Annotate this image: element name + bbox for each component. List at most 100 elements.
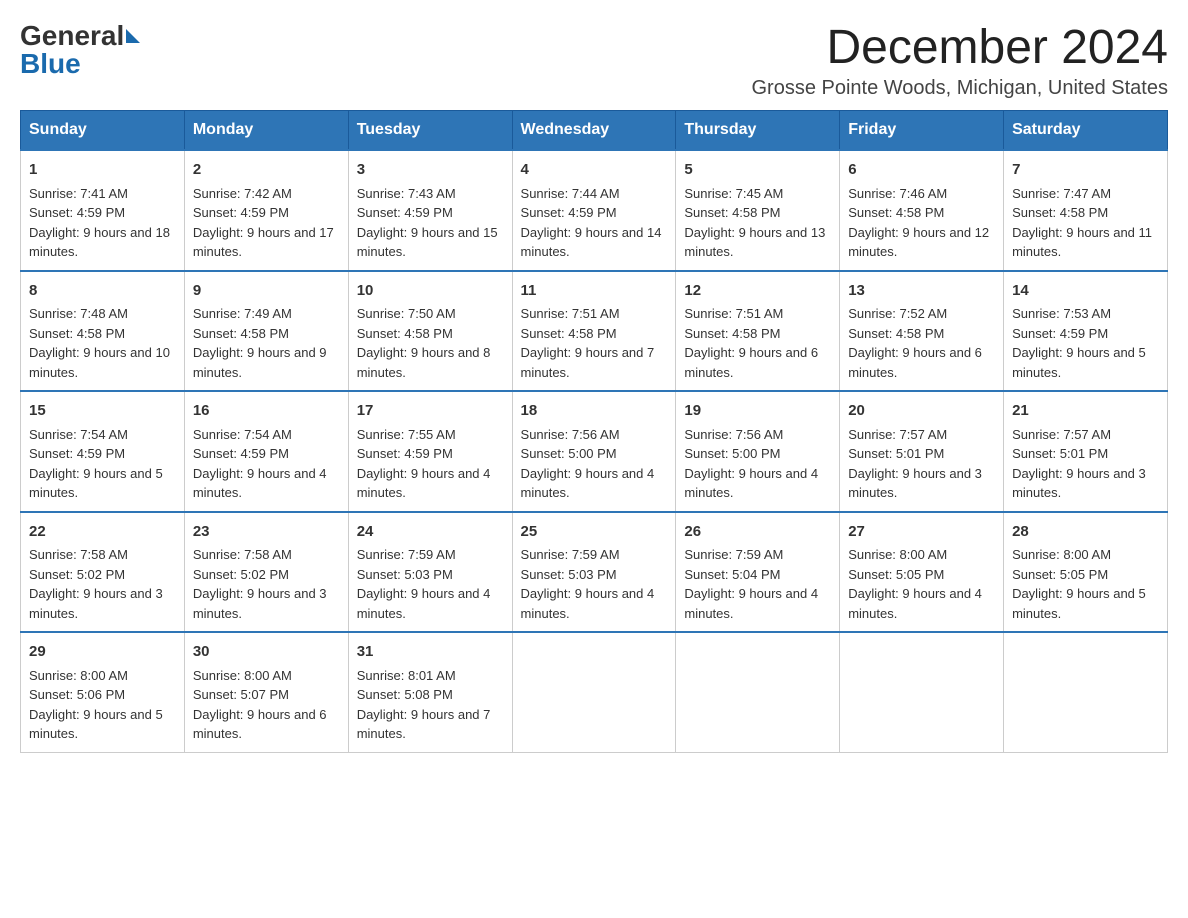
week-row-2: 8 Sunrise: 7:48 AMSunset: 4:58 PMDayligh… bbox=[21, 271, 1168, 392]
month-title: December 2024 bbox=[751, 20, 1168, 75]
day-cell: 5 Sunrise: 7:45 AMSunset: 4:58 PMDayligh… bbox=[676, 150, 840, 271]
day-cell: 24 Sunrise: 7:59 AMSunset: 5:03 PMDaylig… bbox=[348, 512, 512, 633]
day-cell: 11 Sunrise: 7:51 AMSunset: 4:58 PMDaylig… bbox=[512, 271, 676, 392]
day-cell: 2 Sunrise: 7:42 AMSunset: 4:59 PMDayligh… bbox=[184, 150, 348, 271]
day-number: 25 bbox=[521, 521, 668, 544]
day-number: 16 bbox=[193, 400, 340, 423]
day-number: 21 bbox=[1012, 400, 1159, 423]
week-row-5: 29 Sunrise: 8:00 AMSunset: 5:06 PMDaylig… bbox=[21, 632, 1168, 752]
week-row-4: 22 Sunrise: 7:58 AMSunset: 5:02 PMDaylig… bbox=[21, 512, 1168, 633]
day-number: 11 bbox=[521, 280, 668, 303]
day-info: Sunrise: 7:57 AMSunset: 5:01 PMDaylight:… bbox=[1012, 427, 1146, 501]
day-number: 28 bbox=[1012, 521, 1159, 544]
day-info: Sunrise: 7:42 AMSunset: 4:59 PMDaylight:… bbox=[193, 186, 334, 260]
day-number: 29 bbox=[29, 641, 176, 664]
day-info: Sunrise: 8:00 AMSunset: 5:05 PMDaylight:… bbox=[848, 547, 982, 621]
day-cell: 4 Sunrise: 7:44 AMSunset: 4:59 PMDayligh… bbox=[512, 150, 676, 271]
day-info: Sunrise: 7:49 AMSunset: 4:58 PMDaylight:… bbox=[193, 306, 327, 380]
day-info: Sunrise: 7:57 AMSunset: 5:01 PMDaylight:… bbox=[848, 427, 982, 501]
logo-triangle-icon bbox=[126, 29, 140, 43]
day-number: 6 bbox=[848, 159, 995, 182]
day-info: Sunrise: 7:58 AMSunset: 5:02 PMDaylight:… bbox=[29, 547, 163, 621]
day-cell: 6 Sunrise: 7:46 AMSunset: 4:58 PMDayligh… bbox=[840, 150, 1004, 271]
day-number: 27 bbox=[848, 521, 995, 544]
day-number: 17 bbox=[357, 400, 504, 423]
day-number: 5 bbox=[684, 159, 831, 182]
day-cell: 28 Sunrise: 8:00 AMSunset: 5:05 PMDaylig… bbox=[1004, 512, 1168, 633]
day-cell: 29 Sunrise: 8:00 AMSunset: 5:06 PMDaylig… bbox=[21, 632, 185, 752]
day-number: 22 bbox=[29, 521, 176, 544]
day-info: Sunrise: 7:51 AMSunset: 4:58 PMDaylight:… bbox=[521, 306, 655, 380]
day-cell: 26 Sunrise: 7:59 AMSunset: 5:04 PMDaylig… bbox=[676, 512, 840, 633]
day-info: Sunrise: 7:56 AMSunset: 5:00 PMDaylight:… bbox=[684, 427, 818, 501]
logo: General Blue bbox=[20, 20, 142, 80]
day-cell: 30 Sunrise: 8:00 AMSunset: 5:07 PMDaylig… bbox=[184, 632, 348, 752]
day-info: Sunrise: 8:00 AMSunset: 5:05 PMDaylight:… bbox=[1012, 547, 1146, 621]
day-cell: 1 Sunrise: 7:41 AMSunset: 4:59 PMDayligh… bbox=[21, 150, 185, 271]
col-saturday: Saturday bbox=[1004, 111, 1168, 151]
day-info: Sunrise: 7:54 AMSunset: 4:59 PMDaylight:… bbox=[193, 427, 327, 501]
day-number: 2 bbox=[193, 159, 340, 182]
day-cell: 13 Sunrise: 7:52 AMSunset: 4:58 PMDaylig… bbox=[840, 271, 1004, 392]
day-info: Sunrise: 7:59 AMSunset: 5:03 PMDaylight:… bbox=[521, 547, 655, 621]
day-cell: 12 Sunrise: 7:51 AMSunset: 4:58 PMDaylig… bbox=[676, 271, 840, 392]
day-cell: 16 Sunrise: 7:54 AMSunset: 4:59 PMDaylig… bbox=[184, 391, 348, 512]
day-cell bbox=[512, 632, 676, 752]
day-info: Sunrise: 7:58 AMSunset: 5:02 PMDaylight:… bbox=[193, 547, 327, 621]
day-cell: 27 Sunrise: 8:00 AMSunset: 5:05 PMDaylig… bbox=[840, 512, 1004, 633]
day-info: Sunrise: 7:46 AMSunset: 4:58 PMDaylight:… bbox=[848, 186, 989, 260]
day-number: 26 bbox=[684, 521, 831, 544]
day-cell bbox=[840, 632, 1004, 752]
week-row-1: 1 Sunrise: 7:41 AMSunset: 4:59 PMDayligh… bbox=[21, 150, 1168, 271]
day-number: 24 bbox=[357, 521, 504, 544]
day-number: 18 bbox=[521, 400, 668, 423]
day-info: Sunrise: 7:43 AMSunset: 4:59 PMDaylight:… bbox=[357, 186, 498, 260]
day-info: Sunrise: 7:54 AMSunset: 4:59 PMDaylight:… bbox=[29, 427, 163, 501]
day-cell: 10 Sunrise: 7:50 AMSunset: 4:58 PMDaylig… bbox=[348, 271, 512, 392]
day-cell bbox=[676, 632, 840, 752]
day-cell: 17 Sunrise: 7:55 AMSunset: 4:59 PMDaylig… bbox=[348, 391, 512, 512]
week-row-3: 15 Sunrise: 7:54 AMSunset: 4:59 PMDaylig… bbox=[21, 391, 1168, 512]
day-info: Sunrise: 7:50 AMSunset: 4:58 PMDaylight:… bbox=[357, 306, 491, 380]
col-friday: Friday bbox=[840, 111, 1004, 151]
day-number: 14 bbox=[1012, 280, 1159, 303]
day-number: 20 bbox=[848, 400, 995, 423]
day-cell: 19 Sunrise: 7:56 AMSunset: 5:00 PMDaylig… bbox=[676, 391, 840, 512]
day-number: 9 bbox=[193, 280, 340, 303]
day-info: Sunrise: 8:00 AMSunset: 5:07 PMDaylight:… bbox=[193, 668, 327, 742]
day-info: Sunrise: 7:53 AMSunset: 4:59 PMDaylight:… bbox=[1012, 306, 1146, 380]
day-cell: 22 Sunrise: 7:58 AMSunset: 5:02 PMDaylig… bbox=[21, 512, 185, 633]
title-section: December 2024 Grosse Pointe Woods, Michi… bbox=[751, 20, 1168, 100]
day-number: 19 bbox=[684, 400, 831, 423]
day-info: Sunrise: 7:41 AMSunset: 4:59 PMDaylight:… bbox=[29, 186, 170, 260]
day-info: Sunrise: 7:55 AMSunset: 4:59 PMDaylight:… bbox=[357, 427, 491, 501]
day-cell: 21 Sunrise: 7:57 AMSunset: 5:01 PMDaylig… bbox=[1004, 391, 1168, 512]
logo-blue: Blue bbox=[20, 48, 81, 80]
col-tuesday: Tuesday bbox=[348, 111, 512, 151]
day-cell: 9 Sunrise: 7:49 AMSunset: 4:58 PMDayligh… bbox=[184, 271, 348, 392]
day-number: 23 bbox=[193, 521, 340, 544]
day-number: 1 bbox=[29, 159, 176, 182]
day-info: Sunrise: 7:56 AMSunset: 5:00 PMDaylight:… bbox=[521, 427, 655, 501]
day-info: Sunrise: 8:00 AMSunset: 5:06 PMDaylight:… bbox=[29, 668, 163, 742]
day-number: 13 bbox=[848, 280, 995, 303]
day-cell: 14 Sunrise: 7:53 AMSunset: 4:59 PMDaylig… bbox=[1004, 271, 1168, 392]
day-number: 10 bbox=[357, 280, 504, 303]
page-header: General Blue December 2024 Grosse Pointe… bbox=[20, 20, 1168, 100]
day-info: Sunrise: 7:48 AMSunset: 4:58 PMDaylight:… bbox=[29, 306, 170, 380]
day-number: 8 bbox=[29, 280, 176, 303]
day-cell: 8 Sunrise: 7:48 AMSunset: 4:58 PMDayligh… bbox=[21, 271, 185, 392]
day-number: 4 bbox=[521, 159, 668, 182]
col-wednesday: Wednesday bbox=[512, 111, 676, 151]
day-info: Sunrise: 7:45 AMSunset: 4:58 PMDaylight:… bbox=[684, 186, 825, 260]
day-info: Sunrise: 7:44 AMSunset: 4:59 PMDaylight:… bbox=[521, 186, 662, 260]
header-row: Sunday Monday Tuesday Wednesday Thursday… bbox=[21, 111, 1168, 151]
day-cell bbox=[1004, 632, 1168, 752]
calendar-table: Sunday Monday Tuesday Wednesday Thursday… bbox=[20, 110, 1168, 753]
day-cell: 25 Sunrise: 7:59 AMSunset: 5:03 PMDaylig… bbox=[512, 512, 676, 633]
day-info: Sunrise: 7:59 AMSunset: 5:04 PMDaylight:… bbox=[684, 547, 818, 621]
day-info: Sunrise: 7:59 AMSunset: 5:03 PMDaylight:… bbox=[357, 547, 491, 621]
day-number: 3 bbox=[357, 159, 504, 182]
day-cell: 18 Sunrise: 7:56 AMSunset: 5:00 PMDaylig… bbox=[512, 391, 676, 512]
day-number: 30 bbox=[193, 641, 340, 664]
